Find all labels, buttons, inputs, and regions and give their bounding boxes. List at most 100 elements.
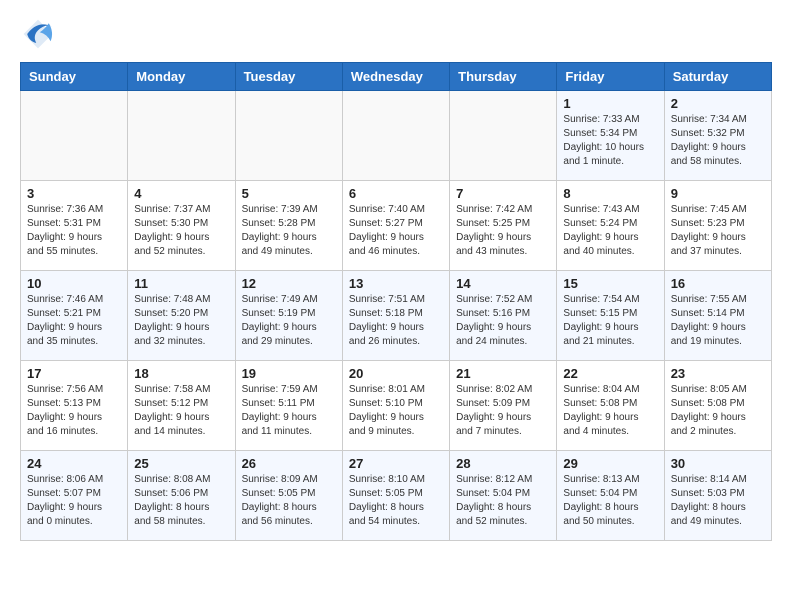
calendar-cell: 24 Sunrise: 8:06 AM Sunset: 5:07 PM Dayli… [21,451,128,541]
day-info: Sunrise: 8:04 AM Sunset: 5:08 PM Dayligh… [563,383,657,439]
calendar-cell: 20Sunrise: 8:01 AM Sunset: 5:10 PM Dayli… [342,361,449,451]
day-info: Sunrise: 7:55 AM Sunset: 5:14 PM Dayligh… [671,293,765,349]
day-number: 2 [671,96,765,111]
calendar-cell [235,91,342,181]
calendar-dow-monday: Monday [128,63,235,91]
day-number: 28 [456,456,550,471]
calendar-cell: 4 Sunrise: 7:37 AM Sunset: 5:30 PM Daylig… [128,181,235,271]
calendar-dow-sunday: Sunday [21,63,128,91]
calendar-cell: 12Sunrise: 7:49 AM Sunset: 5:19 PM Dayli… [235,271,342,361]
day-number: 24 [27,456,121,471]
calendar-dow-wednesday: Wednesday [342,63,449,91]
day-info: Sunrise: 8:10 AM Sunset: 5:05 PM Dayligh… [349,473,443,529]
day-info: Sunrise: 8:14 AM Sunset: 5:03 PM Dayligh… [671,473,765,529]
calendar-cell: 23 Sunrise: 8:05 AM Sunset: 5:08 PM Dayli… [664,361,771,451]
day-number: 9 [671,186,765,201]
calendar-dow-friday: Friday [557,63,664,91]
calendar-cell: 7 Sunrise: 7:42 AM Sunset: 5:25 PM Daylig… [450,181,557,271]
day-info: Sunrise: 7:51 AM Sunset: 5:18 PM Dayligh… [349,293,443,349]
calendar-cell [21,91,128,181]
calendar-cell: 2 Sunrise: 7:34 AM Sunset: 5:32 PM Daylig… [664,91,771,181]
day-number: 22 [563,366,657,381]
day-info: Sunrise: 7:40 AM Sunset: 5:27 PM Dayligh… [349,203,443,259]
day-number: 15 [563,276,657,291]
calendar-cell: 29 Sunrise: 8:13 AM Sunset: 5:04 PM Dayli… [557,451,664,541]
day-info: Sunrise: 7:52 AM Sunset: 5:16 PM Dayligh… [456,293,550,349]
day-number: 17 [27,366,121,381]
header [20,16,772,52]
day-info: Sunrise: 7:42 AM Sunset: 5:25 PM Dayligh… [456,203,550,259]
day-number: 30 [671,456,765,471]
day-info: Sunrise: 7:54 AM Sunset: 5:15 PM Dayligh… [563,293,657,349]
day-info: Sunrise: 8:02 AM Sunset: 5:09 PM Dayligh… [456,383,550,439]
day-number: 4 [134,186,228,201]
day-info: Sunrise: 8:13 AM Sunset: 5:04 PM Dayligh… [563,473,657,529]
day-number: 11 [134,276,228,291]
day-info: Sunrise: 7:43 AM Sunset: 5:24 PM Dayligh… [563,203,657,259]
calendar-week-4: 24 Sunrise: 8:06 AM Sunset: 5:07 PM Dayli… [21,451,772,541]
calendar-week-1: 3Sunrise: 7:36 AM Sunset: 5:31 PM Daylig… [21,181,772,271]
day-number: 7 [456,186,550,201]
calendar-cell: 21 Sunrise: 8:02 AM Sunset: 5:09 PM Dayli… [450,361,557,451]
day-info: Sunrise: 7:34 AM Sunset: 5:32 PM Dayligh… [671,113,765,169]
day-info: Sunrise: 8:06 AM Sunset: 5:07 PM Dayligh… [27,473,121,529]
calendar-cell: 8 Sunrise: 7:43 AM Sunset: 5:24 PM Daylig… [557,181,664,271]
day-number: 3 [27,186,121,201]
calendar-cell [450,91,557,181]
day-number: 16 [671,276,765,291]
calendar-cell: 22 Sunrise: 8:04 AM Sunset: 5:08 PM Dayli… [557,361,664,451]
day-info: Sunrise: 7:46 AM Sunset: 5:21 PM Dayligh… [27,293,121,349]
day-info: Sunrise: 7:58 AM Sunset: 5:12 PM Dayligh… [134,383,228,439]
day-number: 18 [134,366,228,381]
calendar-cell: 9 Sunrise: 7:45 AM Sunset: 5:23 PM Daylig… [664,181,771,271]
day-info: Sunrise: 7:37 AM Sunset: 5:30 PM Dayligh… [134,203,228,259]
calendar-cell: 17 Sunrise: 7:56 AM Sunset: 5:13 PM Dayli… [21,361,128,451]
calendar-cell: 6Sunrise: 7:40 AM Sunset: 5:27 PM Daylig… [342,181,449,271]
calendar-dow-saturday: Saturday [664,63,771,91]
day-info: Sunrise: 8:12 AM Sunset: 5:04 PM Dayligh… [456,473,550,529]
day-number: 23 [671,366,765,381]
calendar-dow-thursday: Thursday [450,63,557,91]
calendar-cell: 19 Sunrise: 7:59 AM Sunset: 5:11 PM Dayli… [235,361,342,451]
logo [20,16,60,52]
calendar-cell: 10 Sunrise: 7:46 AM Sunset: 5:21 PM Dayli… [21,271,128,361]
day-number: 20 [349,366,443,381]
logo-icon [20,16,56,52]
day-number: 27 [349,456,443,471]
calendar-cell [342,91,449,181]
calendar-cell: 1Sunrise: 7:33 AM Sunset: 5:34 PM Daylig… [557,91,664,181]
calendar-cell: 30 Sunrise: 8:14 AM Sunset: 5:03 PM Dayli… [664,451,771,541]
day-number: 5 [242,186,336,201]
day-info: Sunrise: 7:49 AM Sunset: 5:19 PM Dayligh… [242,293,336,349]
day-info: Sunrise: 7:39 AM Sunset: 5:28 PM Dayligh… [242,203,336,259]
calendar-week-3: 17 Sunrise: 7:56 AM Sunset: 5:13 PM Dayli… [21,361,772,451]
page: SundayMondayTuesdayWednesdayThursdayFrid… [0,0,792,561]
day-number: 25 [134,456,228,471]
day-number: 19 [242,366,336,381]
day-info: Sunrise: 7:48 AM Sunset: 5:20 PM Dayligh… [134,293,228,349]
day-number: 14 [456,276,550,291]
day-number: 21 [456,366,550,381]
day-number: 29 [563,456,657,471]
calendar-cell: 14 Sunrise: 7:52 AM Sunset: 5:16 PM Dayli… [450,271,557,361]
calendar-cell: 25Sunrise: 8:08 AM Sunset: 5:06 PM Dayli… [128,451,235,541]
calendar-cell: 11 Sunrise: 7:48 AM Sunset: 5:20 PM Dayli… [128,271,235,361]
day-number: 10 [27,276,121,291]
day-info: Sunrise: 8:09 AM Sunset: 5:05 PM Dayligh… [242,473,336,529]
day-info: Sunrise: 7:45 AM Sunset: 5:23 PM Dayligh… [671,203,765,259]
calendar-cell: 3Sunrise: 7:36 AM Sunset: 5:31 PM Daylig… [21,181,128,271]
calendar-cell: 15 Sunrise: 7:54 AM Sunset: 5:15 PM Dayli… [557,271,664,361]
day-number: 13 [349,276,443,291]
day-info: Sunrise: 7:56 AM Sunset: 5:13 PM Dayligh… [27,383,121,439]
calendar-cell: 28 Sunrise: 8:12 AM Sunset: 5:04 PM Dayli… [450,451,557,541]
day-number: 8 [563,186,657,201]
day-info: Sunrise: 8:05 AM Sunset: 5:08 PM Dayligh… [671,383,765,439]
calendar-header-row: SundayMondayTuesdayWednesdayThursdayFrid… [21,63,772,91]
calendar-week-0: 1Sunrise: 7:33 AM Sunset: 5:34 PM Daylig… [21,91,772,181]
calendar-cell: 27 Sunrise: 8:10 AM Sunset: 5:05 PM Dayli… [342,451,449,541]
day-number: 1 [563,96,657,111]
calendar-cell: 13 Sunrise: 7:51 AM Sunset: 5:18 PM Dayli… [342,271,449,361]
day-info: Sunrise: 7:59 AM Sunset: 5:11 PM Dayligh… [242,383,336,439]
calendar-cell [128,91,235,181]
calendar-cell: 26Sunrise: 8:09 AM Sunset: 5:05 PM Dayli… [235,451,342,541]
